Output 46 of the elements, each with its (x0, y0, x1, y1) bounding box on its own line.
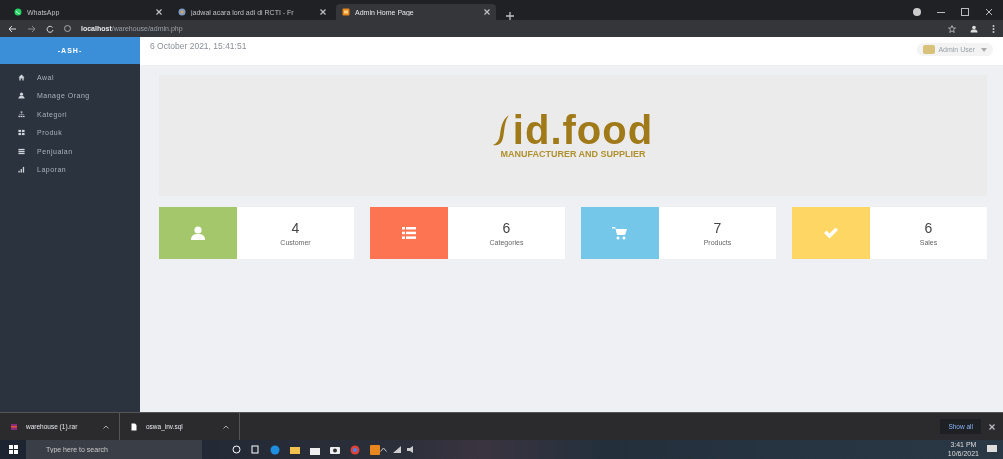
back-icon[interactable] (8, 24, 17, 33)
info-icon (64, 25, 71, 32)
globe-icon (178, 8, 186, 16)
user-icon (190, 225, 206, 241)
caret-icon[interactable] (223, 424, 229, 429)
file-icon (130, 422, 138, 431)
sitemap-icon (18, 110, 25, 118)
user-icon (970, 24, 978, 33)
table-icon (18, 147, 25, 155)
user-icon (18, 92, 25, 100)
logo-tagline: MANUFACTURER AND SUPPLIER (500, 148, 646, 159)
task-view-icon[interactable] (251, 445, 260, 454)
browser-app-icon[interactable] (270, 444, 280, 455)
app-icon[interactable] (370, 444, 380, 455)
close-icon[interactable] (985, 8, 993, 16)
stat-value: 4 (291, 220, 300, 236)
star-icon[interactable] (948, 24, 956, 33)
cart-icon (612, 225, 628, 241)
forward-icon[interactable] (27, 24, 36, 33)
date-time: 6 October 2021, 15:41:51 (150, 41, 247, 51)
archive-icon (10, 422, 18, 431)
stat-value: 6 (502, 220, 511, 236)
maximize-icon[interactable] (961, 8, 969, 16)
grid-icon (18, 129, 25, 137)
windows-icon[interactable] (8, 445, 18, 454)
close-tab-icon[interactable] (484, 9, 490, 15)
notification-icon[interactable] (987, 445, 997, 454)
extension-icon[interactable] (913, 8, 921, 16)
stat-value: 7 (713, 220, 722, 236)
list-icon (401, 225, 417, 241)
site-icon (342, 8, 350, 16)
swoosh-icon (492, 114, 511, 147)
close-tab-icon[interactable] (320, 9, 326, 15)
camera-icon[interactable] (330, 444, 340, 455)
close-icon[interactable] (989, 423, 995, 430)
chat-icon (14, 8, 22, 16)
home-icon (18, 73, 25, 81)
caret-icon[interactable] (103, 424, 109, 429)
chart-icon (18, 166, 25, 174)
check-icon (823, 225, 839, 241)
close-tab-icon[interactable] (156, 9, 162, 15)
more-icon[interactable] (992, 24, 995, 33)
folder-icon[interactable] (290, 444, 300, 455)
stat-value: 6 (924, 220, 933, 236)
reload-icon[interactable] (46, 24, 54, 33)
logo-text: id.food (512, 112, 654, 147)
